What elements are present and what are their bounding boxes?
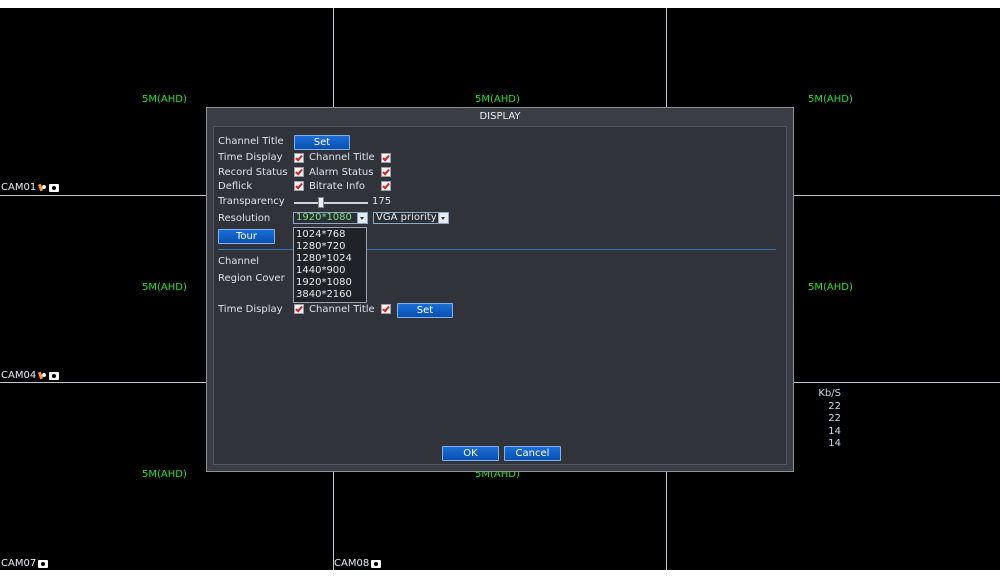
vga-priority-value: VGA priority <box>376 212 437 223</box>
transparency-value: 175 <box>372 196 392 207</box>
channel-resolution-label: 5M(AHD) <box>142 94 187 105</box>
resolution-option[interactable]: 1280*720 <box>296 241 346 253</box>
chevron-down-icon[interactable] <box>357 213 367 223</box>
bitrate-info-label: Bitrate Info <box>309 181 365 192</box>
time-display-label: Time Display <box>218 152 283 163</box>
channel-resolution-label: 5M(AHD) <box>142 282 187 293</box>
bitrate-value: 22 <box>828 413 841 424</box>
dialog-title: DISPLAY <box>479 111 521 122</box>
camera-icon <box>49 371 60 380</box>
alarm-status-label: Alarm Status <box>309 167 374 178</box>
motion-detect-icon <box>38 183 47 192</box>
camera-icon <box>38 559 49 568</box>
record-status-label: Record Status <box>218 167 288 178</box>
channel-title-label: Channel Title <box>218 136 284 147</box>
channel-resolution-label: 5M(AHD) <box>142 469 187 480</box>
resolution-option[interactable]: 3840*2160 <box>296 289 352 301</box>
channel-title-check-label: Channel Title <box>309 304 375 315</box>
vga-priority-select[interactable]: VGA priority <box>373 212 449 224</box>
chevron-down-icon[interactable] <box>438 213 448 223</box>
tour-button[interactable]: Tour <box>218 229 275 244</box>
bitrate-info-checkbox[interactable] <box>381 181 391 191</box>
cam01-label: CAM01 <box>1 182 60 193</box>
channel-title-check-label: Channel Title <box>309 152 375 163</box>
cam08-name: CAM08 <box>334 558 370 569</box>
resolution-option[interactable]: 1440*900 <box>296 265 346 277</box>
cam08-label: CAM08 <box>334 558 382 569</box>
ok-button[interactable]: OK <box>442 446 499 461</box>
motion-detect-icon <box>38 371 47 380</box>
bitrate-value: 14 <box>828 425 841 437</box>
resolution-select[interactable]: 1920*1080 <box>293 212 368 224</box>
resolution-option[interactable]: 1024*768 <box>296 229 346 241</box>
channel-title-checkbox[interactable] <box>381 304 391 314</box>
resolution-label: Resolution <box>218 213 271 224</box>
resolution-dropdown-list: 1024*768 1280*720 1280*1024 1440*900 192… <box>293 227 367 303</box>
alarm-status-checkbox[interactable] <box>381 167 391 177</box>
channel-set-button[interactable]: Set <box>397 303 453 318</box>
record-status-checkbox[interactable] <box>294 167 304 177</box>
channel-title-checkbox[interactable] <box>381 153 391 163</box>
bitrate-unit: Kb/S <box>818 388 841 399</box>
bitrate-value: 22 <box>828 400 841 412</box>
bitrate-info: Kb/S 22 22 14 14 <box>815 388 841 451</box>
cancel-button[interactable]: Cancel <box>504 446 561 461</box>
deflick-checkbox[interactable] <box>294 181 304 191</box>
time-display-label: Time Display <box>218 304 283 315</box>
resolution-select-value: 1920*1080 <box>296 212 352 223</box>
transparency-slider[interactable] <box>294 202 368 204</box>
transparency-slider-thumb[interactable] <box>318 197 325 208</box>
resolution-option[interactable]: 1920*1080 <box>296 277 352 289</box>
camera-icon <box>49 183 60 192</box>
channel-resolution-label: 5M(AHD) <box>808 94 853 105</box>
time-display-checkbox[interactable] <box>294 304 304 314</box>
channel-resolution-label: 5M(AHD) <box>475 94 520 105</box>
transparency-label: Transparency <box>218 196 285 207</box>
region-cover-label: Region Cover <box>218 273 285 284</box>
time-display-checkbox[interactable] <box>294 153 304 163</box>
resolution-option[interactable]: 1280*1024 <box>296 253 352 265</box>
cam07-label: CAM07 <box>1 558 49 569</box>
cam07-name: CAM07 <box>1 558 37 569</box>
deflick-label: Deflick <box>218 181 253 192</box>
bitrate-value: 14 <box>828 438 841 449</box>
cam01-name: CAM01 <box>1 182 37 193</box>
channel-resolution-label: 5M(AHD) <box>808 282 853 293</box>
cam04-label: CAM04 <box>1 370 60 381</box>
camera-icon <box>371 559 382 568</box>
channel-label: Channel <box>218 256 260 267</box>
cam04-name: CAM04 <box>1 370 37 381</box>
channel-title-set-button[interactable]: Set <box>294 135 350 150</box>
